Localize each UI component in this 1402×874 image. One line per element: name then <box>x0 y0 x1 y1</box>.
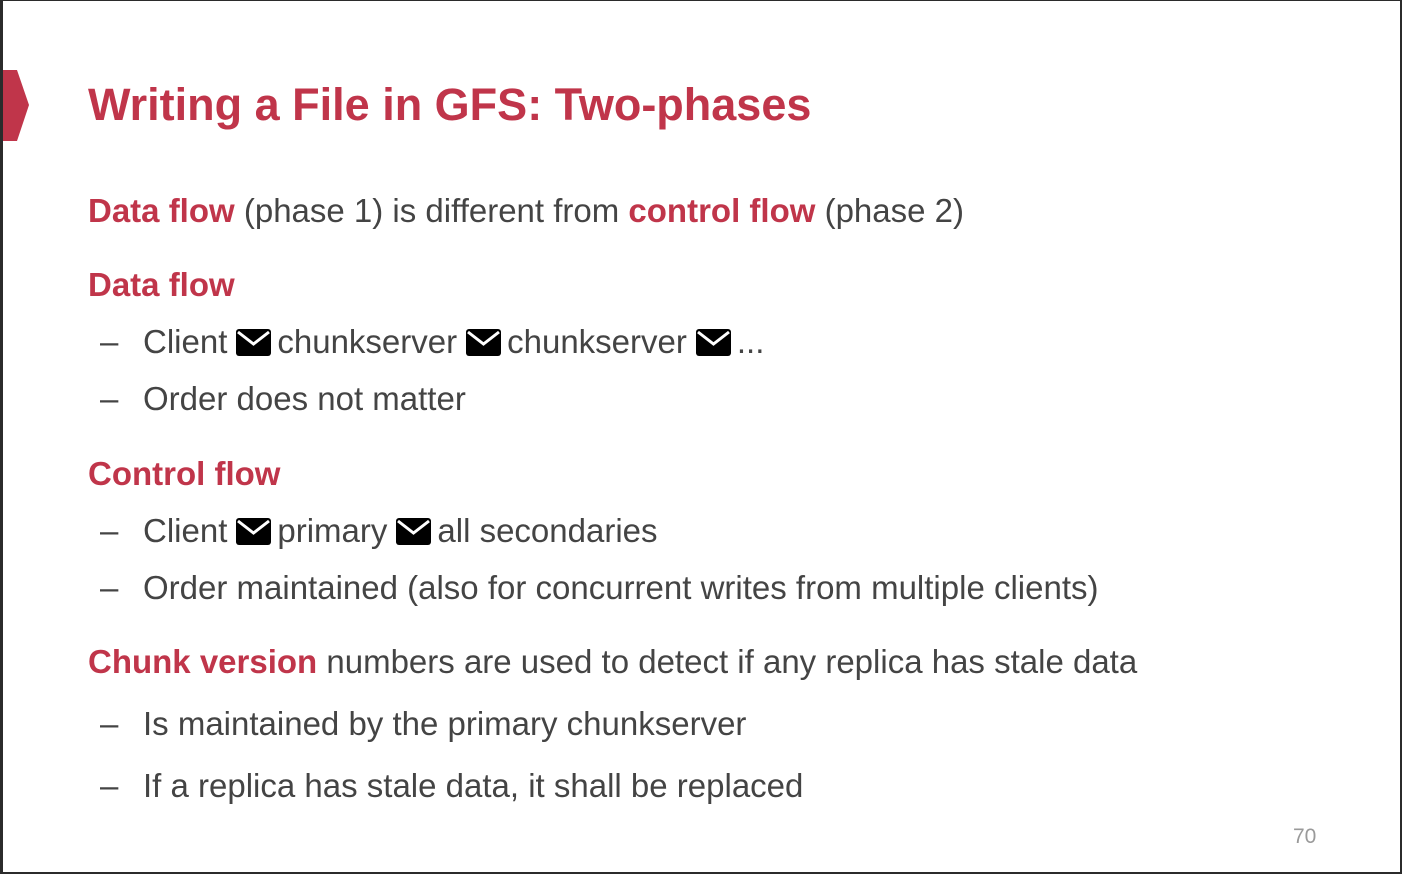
envelope-icon <box>695 328 731 356</box>
bullet-dash: – <box>100 512 119 549</box>
chain-node-primary: primary <box>277 512 388 549</box>
chunk-version-item-replace: – If a replica has stale data, it shall … <box>100 767 803 805</box>
intro-text-2: (phase 2) <box>815 192 964 229</box>
data-flow-heading: Data flow <box>88 266 235 303</box>
bullet-text: Is maintained by the primary chunkserver <box>143 705 747 742</box>
slide-accent-marker <box>3 70 29 141</box>
control-flow-item-order: – Order maintained (also for concurrent … <box>100 569 1099 607</box>
data-flow-item-order: – Order does not matter <box>100 380 466 418</box>
chain-node-client: Client <box>143 323 228 360</box>
intro-text-1: (phase 1) is different from <box>234 192 629 229</box>
chain-node-secondaries: all secondaries <box>437 512 658 549</box>
bullet-dash: – <box>100 569 119 606</box>
chunk-version-highlight: Chunk version <box>88 643 318 680</box>
page-number: 70 <box>1293 825 1317 848</box>
envelope-icon <box>396 517 432 545</box>
envelope-icon <box>466 328 502 356</box>
chunk-version-line: Chunk version numbers are used to detect… <box>88 643 1137 681</box>
intro-highlight-data-flow: Data flow <box>88 192 235 229</box>
control-flow-item-chain: – Client primary all secondaries <box>100 512 658 550</box>
chain-node-client: Client <box>143 512 228 549</box>
bullet-text: If a replica has stale data, it shall be… <box>143 767 804 804</box>
envelope-icon <box>236 328 272 356</box>
chain-node-chunkserver: chunkserver <box>277 323 458 360</box>
chain-ellipsis: ... <box>736 323 765 360</box>
bullet-text: Order does not matter <box>143 380 466 417</box>
intro-highlight-control-flow: control flow <box>628 192 816 229</box>
bullet-dash: – <box>100 323 119 360</box>
control-flow-heading: Control flow <box>88 455 281 492</box>
chunk-version-text: numbers are used to detect if any replic… <box>317 643 1138 680</box>
slide: Writing a File in GFS: Two-phases Data f… <box>3 1 1400 872</box>
bullet-dash: – <box>100 705 119 742</box>
intro-line: Data flow (phase 1) is different from co… <box>88 192 964 230</box>
bullet-dash: – <box>100 767 119 804</box>
chain-node-chunkserver: chunkserver <box>507 323 687 360</box>
slide-title: Writing a File in GFS: Two-phases <box>88 79 812 130</box>
chunk-version-item-primary: – Is maintained by the primary chunkserv… <box>100 705 746 743</box>
bullet-text: Order maintained (also for concurrent wr… <box>143 569 1099 606</box>
envelope-icon <box>236 517 272 545</box>
bullet-dash: – <box>100 380 119 417</box>
data-flow-item-chain: – Client chunkserver chunkserver ... <box>100 323 764 361</box>
